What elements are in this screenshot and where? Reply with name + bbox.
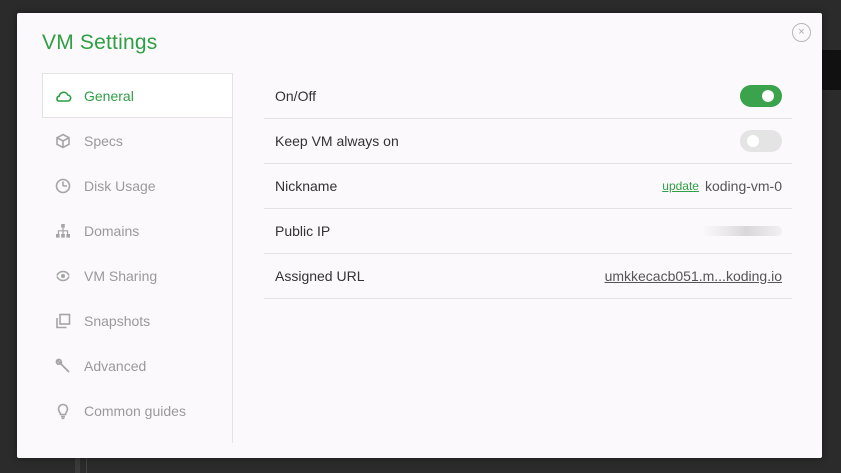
sidebar-item-disk-usage[interactable]: Disk Usage: [42, 164, 232, 208]
sidebar-item-specs[interactable]: Specs: [42, 119, 232, 163]
backdrop-strip: [821, 50, 841, 90]
sidebar-item-common-guides[interactable]: Common guides: [42, 389, 232, 433]
close-button[interactable]: ×: [792, 23, 811, 42]
cube-icon: [54, 132, 72, 150]
sidebar-item-snapshots[interactable]: Snapshots: [42, 299, 232, 343]
share-icon: [54, 267, 72, 285]
setting-row-nickname: Nickname update koding-vm-0: [264, 164, 792, 209]
sidebar-item-general[interactable]: General: [42, 73, 232, 118]
sidebar-item-label: Disk Usage: [84, 178, 156, 194]
gauge-icon: [54, 177, 72, 195]
settings-sidebar: General Specs Disk Usage Domains VM Shar…: [42, 73, 233, 443]
setting-label: Public IP: [275, 223, 331, 239]
vm-settings-modal: VM Settings × General Specs Disk Usage D…: [17, 13, 822, 458]
update-nickname-link[interactable]: update: [662, 179, 699, 193]
setting-label: Assigned URL: [275, 268, 365, 284]
sidebar-item-label: Common guides: [84, 403, 186, 419]
sidebar-item-domains[interactable]: Domains: [42, 209, 232, 253]
sidebar-item-label: Advanced: [84, 358, 147, 374]
sidebar-item-advanced[interactable]: Advanced: [42, 344, 232, 388]
sidebar-item-label: Specs: [84, 133, 123, 149]
setting-label: On/Off: [275, 88, 316, 104]
general-settings-panel: On/Off Keep VM always on Nickname update…: [264, 74, 792, 299]
setting-row-on-off: On/Off: [264, 74, 792, 119]
cloud-icon: [54, 87, 72, 105]
wrench-icon: [54, 357, 72, 375]
close-icon: ×: [798, 26, 805, 38]
setting-row-public-ip: Public IP: [264, 209, 792, 254]
sitemap-icon: [54, 222, 72, 240]
on-off-toggle[interactable]: [740, 85, 782, 107]
nickname-value: koding-vm-0: [704, 178, 782, 194]
copy-icon: [54, 312, 72, 330]
lightbulb-icon: [54, 402, 72, 420]
setting-row-keep-on: Keep VM always on: [264, 119, 792, 164]
keep-vm-on-toggle[interactable]: [740, 130, 782, 152]
dialog-title: VM Settings: [42, 31, 158, 54]
setting-row-assigned-url: Assigned URL umkkecacb051.m...koding.io: [264, 254, 792, 299]
sidebar-item-label: Snapshots: [84, 313, 151, 329]
assigned-url-link[interactable]: umkkecacb051.m...koding.io: [605, 268, 782, 284]
setting-label: Keep VM always on: [275, 133, 399, 149]
setting-label: Nickname: [275, 178, 338, 194]
sidebar-item-vm-sharing[interactable]: VM Sharing: [42, 254, 232, 298]
sidebar-item-label: General: [84, 87, 134, 104]
sidebar-item-label: VM Sharing: [84, 268, 158, 284]
sidebar-item-label: Domains: [84, 223, 140, 239]
public-ip-value-obscured: [702, 226, 782, 236]
